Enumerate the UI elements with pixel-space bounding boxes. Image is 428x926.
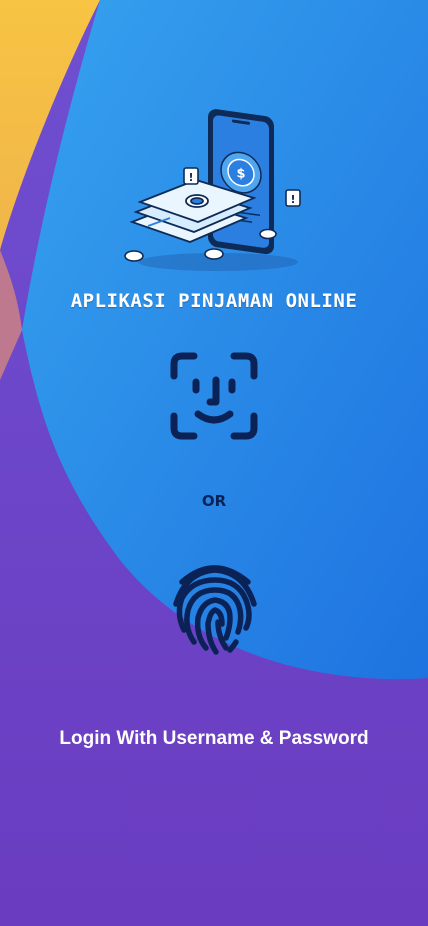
phone-money-illustration: $ ! !	[124, 109, 301, 271]
svg-text:!: !	[188, 171, 193, 184]
login-screen: $ ! ! APLIKASI PINJAMAN ONLINE OR Login …	[0, 0, 428, 926]
or-separator: OR	[201, 492, 227, 510]
app-title: APLIKASI PINJAMAN ONLINE	[70, 290, 358, 312]
fingerprint-icon[interactable]	[168, 558, 262, 656]
svg-text:!: !	[290, 193, 295, 206]
svg-text:$: $	[236, 166, 245, 182]
login-with-password-link[interactable]: Login With Username & Password	[0, 728, 428, 750]
face-id-icon[interactable]	[168, 350, 260, 442]
